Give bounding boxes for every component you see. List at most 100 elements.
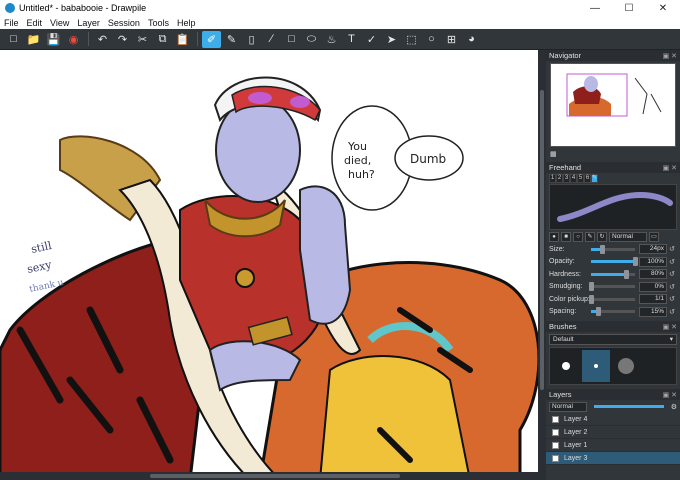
undo-icon[interactable]: ↶: [93, 31, 112, 48]
dock-close-icon[interactable]: ▣ ✕: [663, 52, 677, 60]
vertical-scrollbar[interactable]: [538, 50, 546, 472]
eraser-icon[interactable]: ▯: [242, 31, 261, 48]
layer-visibility-checkbox[interactable]: [552, 415, 559, 423]
reset-icon[interactable]: ↺: [667, 245, 677, 253]
inspect-icon[interactable]: ◕: [462, 31, 481, 48]
color-picker-icon[interactable]: ✓: [362, 31, 381, 48]
setting-slider[interactable]: [589, 294, 635, 304]
layer-blend-mode-select[interactable]: Normal: [549, 401, 587, 412]
paste-icon[interactable]: 📋: [173, 31, 192, 48]
reset-icon[interactable]: ↺: [667, 308, 677, 316]
setting-slider[interactable]: [591, 269, 635, 279]
new-icon[interactable]: □: [4, 31, 23, 48]
horizontal-scrollbar[interactable]: [0, 472, 546, 480]
setting-slider[interactable]: [591, 257, 638, 267]
reset-icon[interactable]: ↺: [667, 258, 677, 266]
slider-knob[interactable]: [600, 244, 605, 254]
setting-value[interactable]: 24px: [639, 244, 667, 255]
close-icon[interactable]: ✕: [646, 0, 680, 16]
menu-help[interactable]: Help: [173, 18, 200, 28]
menu-file[interactable]: File: [0, 18, 23, 28]
layer-item-selected[interactable]: Layer 3: [546, 452, 680, 465]
laser-icon[interactable]: ○: [422, 31, 441, 48]
smudge-icon[interactable]: ✎: [585, 232, 595, 242]
reset-icon[interactable]: ↺: [667, 295, 677, 303]
menu-edit[interactable]: Edit: [23, 18, 47, 28]
dock-close-icon[interactable]: ▣ ✕: [663, 164, 677, 172]
artwork[interactable]: You died, huh? Dumb still sexy thank u: [0, 50, 546, 480]
layer-visibility-checkbox[interactable]: [552, 441, 559, 449]
setting-row: Opacity: 100% ↺: [546, 256, 680, 269]
copy-icon[interactable]: ⧉: [153, 31, 172, 48]
brush-cell-hard[interactable]: [552, 350, 580, 382]
line-icon[interactable]: ∕: [262, 31, 281, 48]
ellipse-icon[interactable]: ⬭: [302, 31, 321, 48]
save-icon[interactable]: 💾: [44, 31, 63, 48]
text-icon[interactable]: T: [342, 31, 361, 48]
preset-tab[interactable]: 6: [584, 174, 591, 183]
zoom-slider-icon[interactable]: ▦: [550, 150, 557, 158]
preset-tab[interactable]: 2: [556, 174, 563, 183]
maximize-icon[interactable]: ☐: [612, 0, 646, 16]
cut-icon[interactable]: ✂: [133, 31, 152, 48]
setting-value[interactable]: 100%: [639, 256, 667, 267]
setting-value[interactable]: 80%: [639, 269, 667, 280]
brush-cell-selected[interactable]: [582, 350, 610, 382]
menu-tools[interactable]: Tools: [144, 18, 173, 28]
rectangle-icon[interactable]: □: [282, 31, 301, 48]
brush-icon[interactable]: ✐: [202, 30, 221, 48]
layer-visibility-checkbox[interactable]: [552, 454, 559, 462]
layer-item[interactable]: Layer 1: [546, 439, 680, 452]
setting-value[interactable]: 15%: [639, 306, 667, 317]
layer-item[interactable]: Layer 4: [546, 413, 680, 426]
pen-icon[interactable]: ✎: [222, 31, 241, 48]
setting-slider[interactable]: [591, 307, 635, 317]
layer-opacity-slider[interactable]: [594, 405, 664, 408]
slider-knob[interactable]: [589, 282, 594, 292]
setting-slider[interactable]: [589, 282, 635, 292]
scrollbar-thumb[interactable]: [150, 474, 400, 478]
eraser-tab-icon[interactable]: ✎: [591, 174, 598, 183]
zoom-icon[interactable]: ⊞: [442, 31, 461, 48]
select-icon[interactable]: ➤: [382, 31, 401, 48]
preset-tab[interactable]: 1: [549, 174, 556, 183]
preset-tab[interactable]: 4: [570, 174, 577, 183]
menu-view[interactable]: View: [46, 18, 73, 28]
setting-value[interactable]: 1/1: [639, 294, 667, 305]
dock-close-icon[interactable]: ▣ ✕: [663, 391, 677, 399]
menu-session[interactable]: Session: [104, 18, 144, 28]
setting-slider[interactable]: [591, 244, 635, 254]
layer-visibility-checkbox[interactable]: [552, 428, 559, 436]
brush-cell-soft[interactable]: [612, 350, 640, 382]
square-brush-icon[interactable]: ■: [561, 232, 571, 242]
layer-item[interactable]: Layer 2: [546, 426, 680, 439]
reset-icon[interactable]: ↺: [667, 283, 677, 291]
navigator-thumbnail: [566, 73, 662, 117]
preset-tab[interactable]: 5: [577, 174, 584, 183]
reset-icon[interactable]: ↺: [667, 270, 677, 278]
soft-brush-icon[interactable]: ○: [573, 232, 583, 242]
drawing-canvas[interactable]: You died, huh? Dumb still sexy thank u: [0, 50, 546, 480]
lasso-icon[interactable]: ⬚: [402, 31, 421, 48]
setting-value[interactable]: 0%: [639, 281, 667, 292]
brush-preset-select[interactable]: Default ▾: [549, 334, 677, 345]
scrollbar-thumb[interactable]: [540, 90, 544, 390]
pressure-icon[interactable]: ↻: [597, 232, 607, 242]
navigator-preview[interactable]: [550, 63, 676, 147]
open-icon[interactable]: 📁: [24, 31, 43, 48]
lock-icon[interactable]: ⚙: [671, 403, 677, 411]
round-brush-icon[interactable]: ●: [549, 232, 559, 242]
fill-icon[interactable]: ♨: [322, 31, 341, 48]
record-icon[interactable]: ◉: [64, 31, 83, 48]
menu-layer[interactable]: Layer: [73, 18, 104, 28]
slider-knob[interactable]: [589, 294, 594, 304]
slider-knob[interactable]: [595, 307, 601, 317]
redo-icon[interactable]: ↷: [113, 31, 132, 48]
minimize-icon[interactable]: —: [578, 0, 612, 16]
slider-knob[interactable]: [633, 257, 638, 267]
dock-close-icon[interactable]: ▣ ✕: [663, 323, 677, 331]
slider-knob[interactable]: [624, 269, 630, 279]
blend-mode-select[interactable]: Normal: [609, 232, 647, 242]
preset-tab[interactable]: 3: [563, 174, 570, 183]
eraser-mode-icon[interactable]: ▭: [649, 232, 659, 242]
